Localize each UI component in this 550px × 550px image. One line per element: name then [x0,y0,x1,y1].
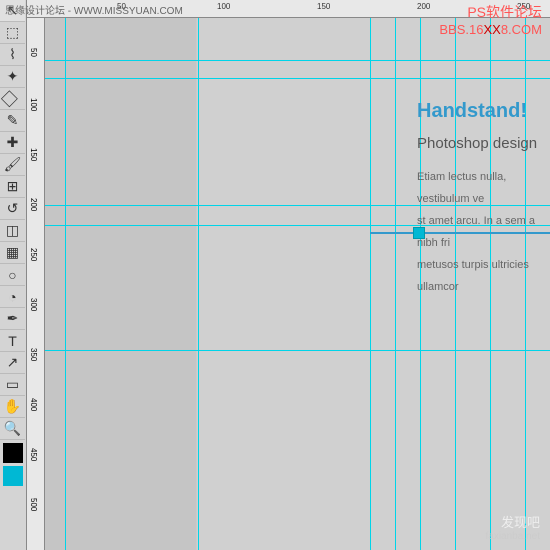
blur-tool[interactable]: ○ [0,264,25,286]
wand-tool[interactable]: ✦ [0,66,25,88]
toolbox-panel: ↖⬚⌇✦⃟✎✚🖌⊞↺◫▦○◔✒T↗▭✋🔍 [0,0,27,550]
path-tool[interactable]: ↗ [0,352,25,374]
watermark-tr-l1: PS软件论坛 [439,2,542,22]
eraser-tool[interactable]: ◫ [0,220,25,242]
ruler-tick: 150 [317,2,330,11]
ruler-tick: 500 [29,498,38,511]
watermark-tr-l2: BBS.16XX8.COM [439,22,542,37]
history-brush-tool[interactable]: ↺ [0,198,25,220]
watermark-br-l1: 发现吧 [486,512,541,531]
watermark-br-l2: faxianba.net [486,531,541,542]
accent-color[interactable] [3,466,23,486]
body-l1: Etiam lectus nulla, vestibulum ve [417,166,550,210]
content-block: Handstand! Photoshop design Etiam lectus… [417,100,550,298]
ruler-tick: 400 [29,398,38,411]
guide-vertical[interactable] [370,18,371,550]
crop-tool[interactable]: ⃟ [0,88,25,110]
ruler-tick: 350 [29,348,38,361]
transform-handle[interactable] [413,227,425,239]
watermark-top-right: PS软件论坛 BBS.16XX8.COM [439,2,542,37]
stamp-tool[interactable]: ⊞ [0,176,25,198]
heading: Handstand! [417,100,550,123]
ruler-tick: 100 [217,2,230,11]
marquee-tool[interactable]: ⬚ [0,22,25,44]
ruler-tick: 250 [29,248,38,261]
guide-horizontal[interactable] [45,60,550,61]
ruler-tick: 150 [29,148,38,161]
gradient-tool[interactable]: ▦ [0,242,25,264]
ruler-vertical: 50 100 150 200 250 300 350 400 450 500 [27,18,45,550]
type-tool[interactable]: T [0,330,25,352]
ruler-tick: 100 [29,98,38,111]
subheading: Photoshop design [417,135,550,152]
shape-tool[interactable]: ▭ [0,374,25,396]
hand-tool[interactable]: ✋ [0,396,25,418]
dodge-tool[interactable]: ◔ [0,286,25,308]
healing-tool[interactable]: ✚ [0,132,25,154]
guide-horizontal[interactable] [45,78,550,79]
pen-tool[interactable]: ✒ [0,308,25,330]
foreground-color[interactable] [3,443,23,463]
guide-vertical[interactable] [198,18,199,550]
lasso-tool[interactable]: ⌇ [0,44,25,66]
ruler-tick: 450 [29,448,38,461]
eyedropper-tool[interactable]: ✎ [0,110,25,132]
ruler-tick: 300 [29,298,38,311]
guide-vertical[interactable] [395,18,396,550]
watermark-top-left: 思缘设计论坛 - WWW.MISSYUAN.COM [5,2,183,17]
ruler-tick: 200 [417,2,430,11]
ruler-tick: 50 [29,48,38,57]
ruler-tick: 200 [29,198,38,211]
guide-vertical[interactable] [65,18,66,550]
slider-track [370,232,550,234]
watermark-bottom-right: 发现吧 faxianba.net [486,512,541,542]
brush-tool[interactable]: 🖌 [0,154,25,176]
guide-horizontal[interactable] [45,350,550,351]
body-l3: metusos turpis ultricies ullamcor [417,254,550,298]
zoom-tool[interactable]: 🔍 [0,418,25,440]
canvas-area[interactable]: Handstand! Photoshop design Etiam lectus… [45,18,550,550]
